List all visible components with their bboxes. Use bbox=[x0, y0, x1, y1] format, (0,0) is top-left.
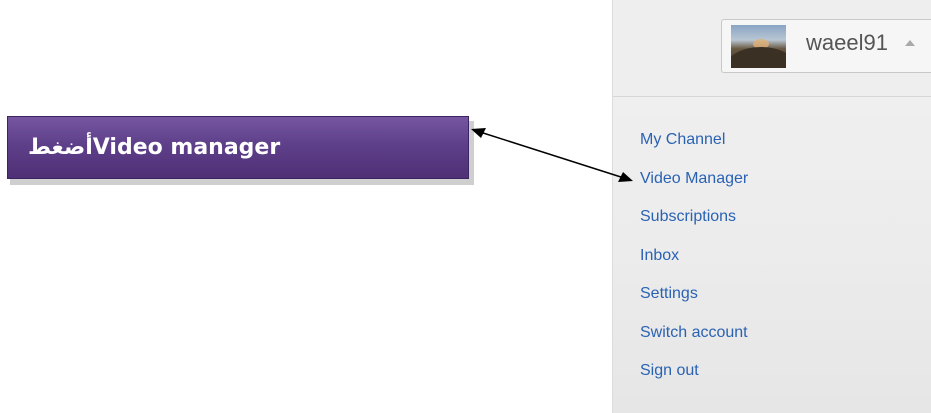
double-arrow-icon bbox=[471, 128, 633, 182]
arrow-line bbox=[479, 131, 625, 179]
